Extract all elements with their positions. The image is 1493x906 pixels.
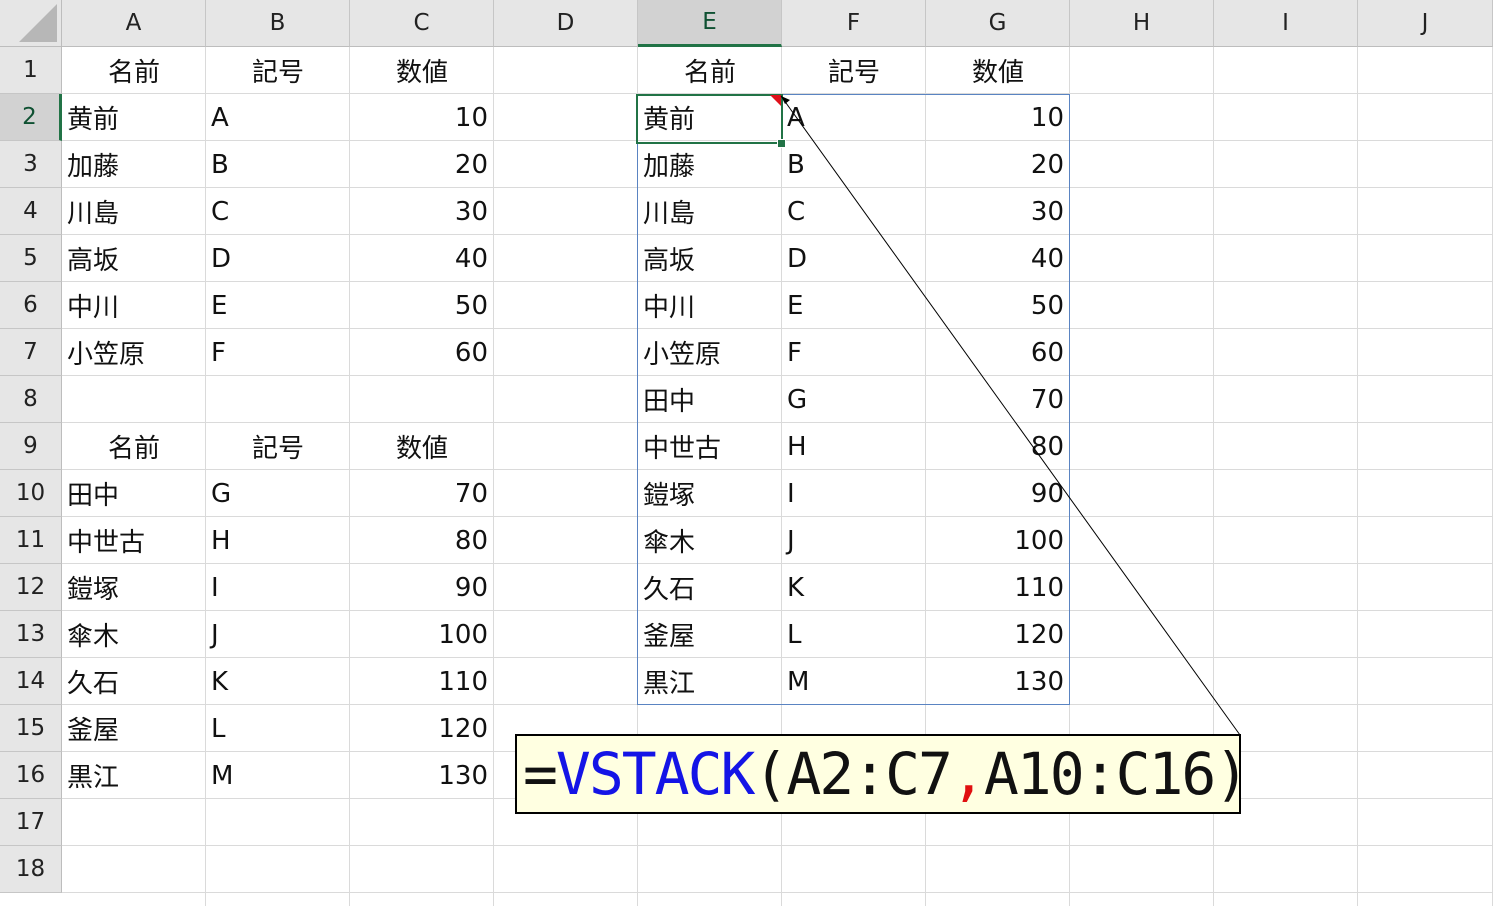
formula-function: VSTACK bbox=[555, 740, 756, 808]
formula-arg2: A10:C16 bbox=[983, 740, 1216, 808]
formula-close-paren: ) bbox=[1214, 740, 1249, 808]
formula-open-paren: ( bbox=[753, 740, 788, 808]
formula-arg1: A2:C7 bbox=[786, 740, 953, 808]
formula-callout: = VSTACK(A2:C7, A10:C16) bbox=[515, 734, 1249, 814]
leader-arrowhead-icon bbox=[781, 96, 790, 104]
leader-line bbox=[780, 95, 1241, 736]
spreadsheet: ABCDEFGHIJ 1 2 3 4 5 6 7 8 9 10 11 12 13 14 15 16 17 18 名… bbox=[0, 0, 1493, 906]
formula-equals: = bbox=[523, 740, 558, 808]
formula-comma: , bbox=[950, 740, 986, 808]
